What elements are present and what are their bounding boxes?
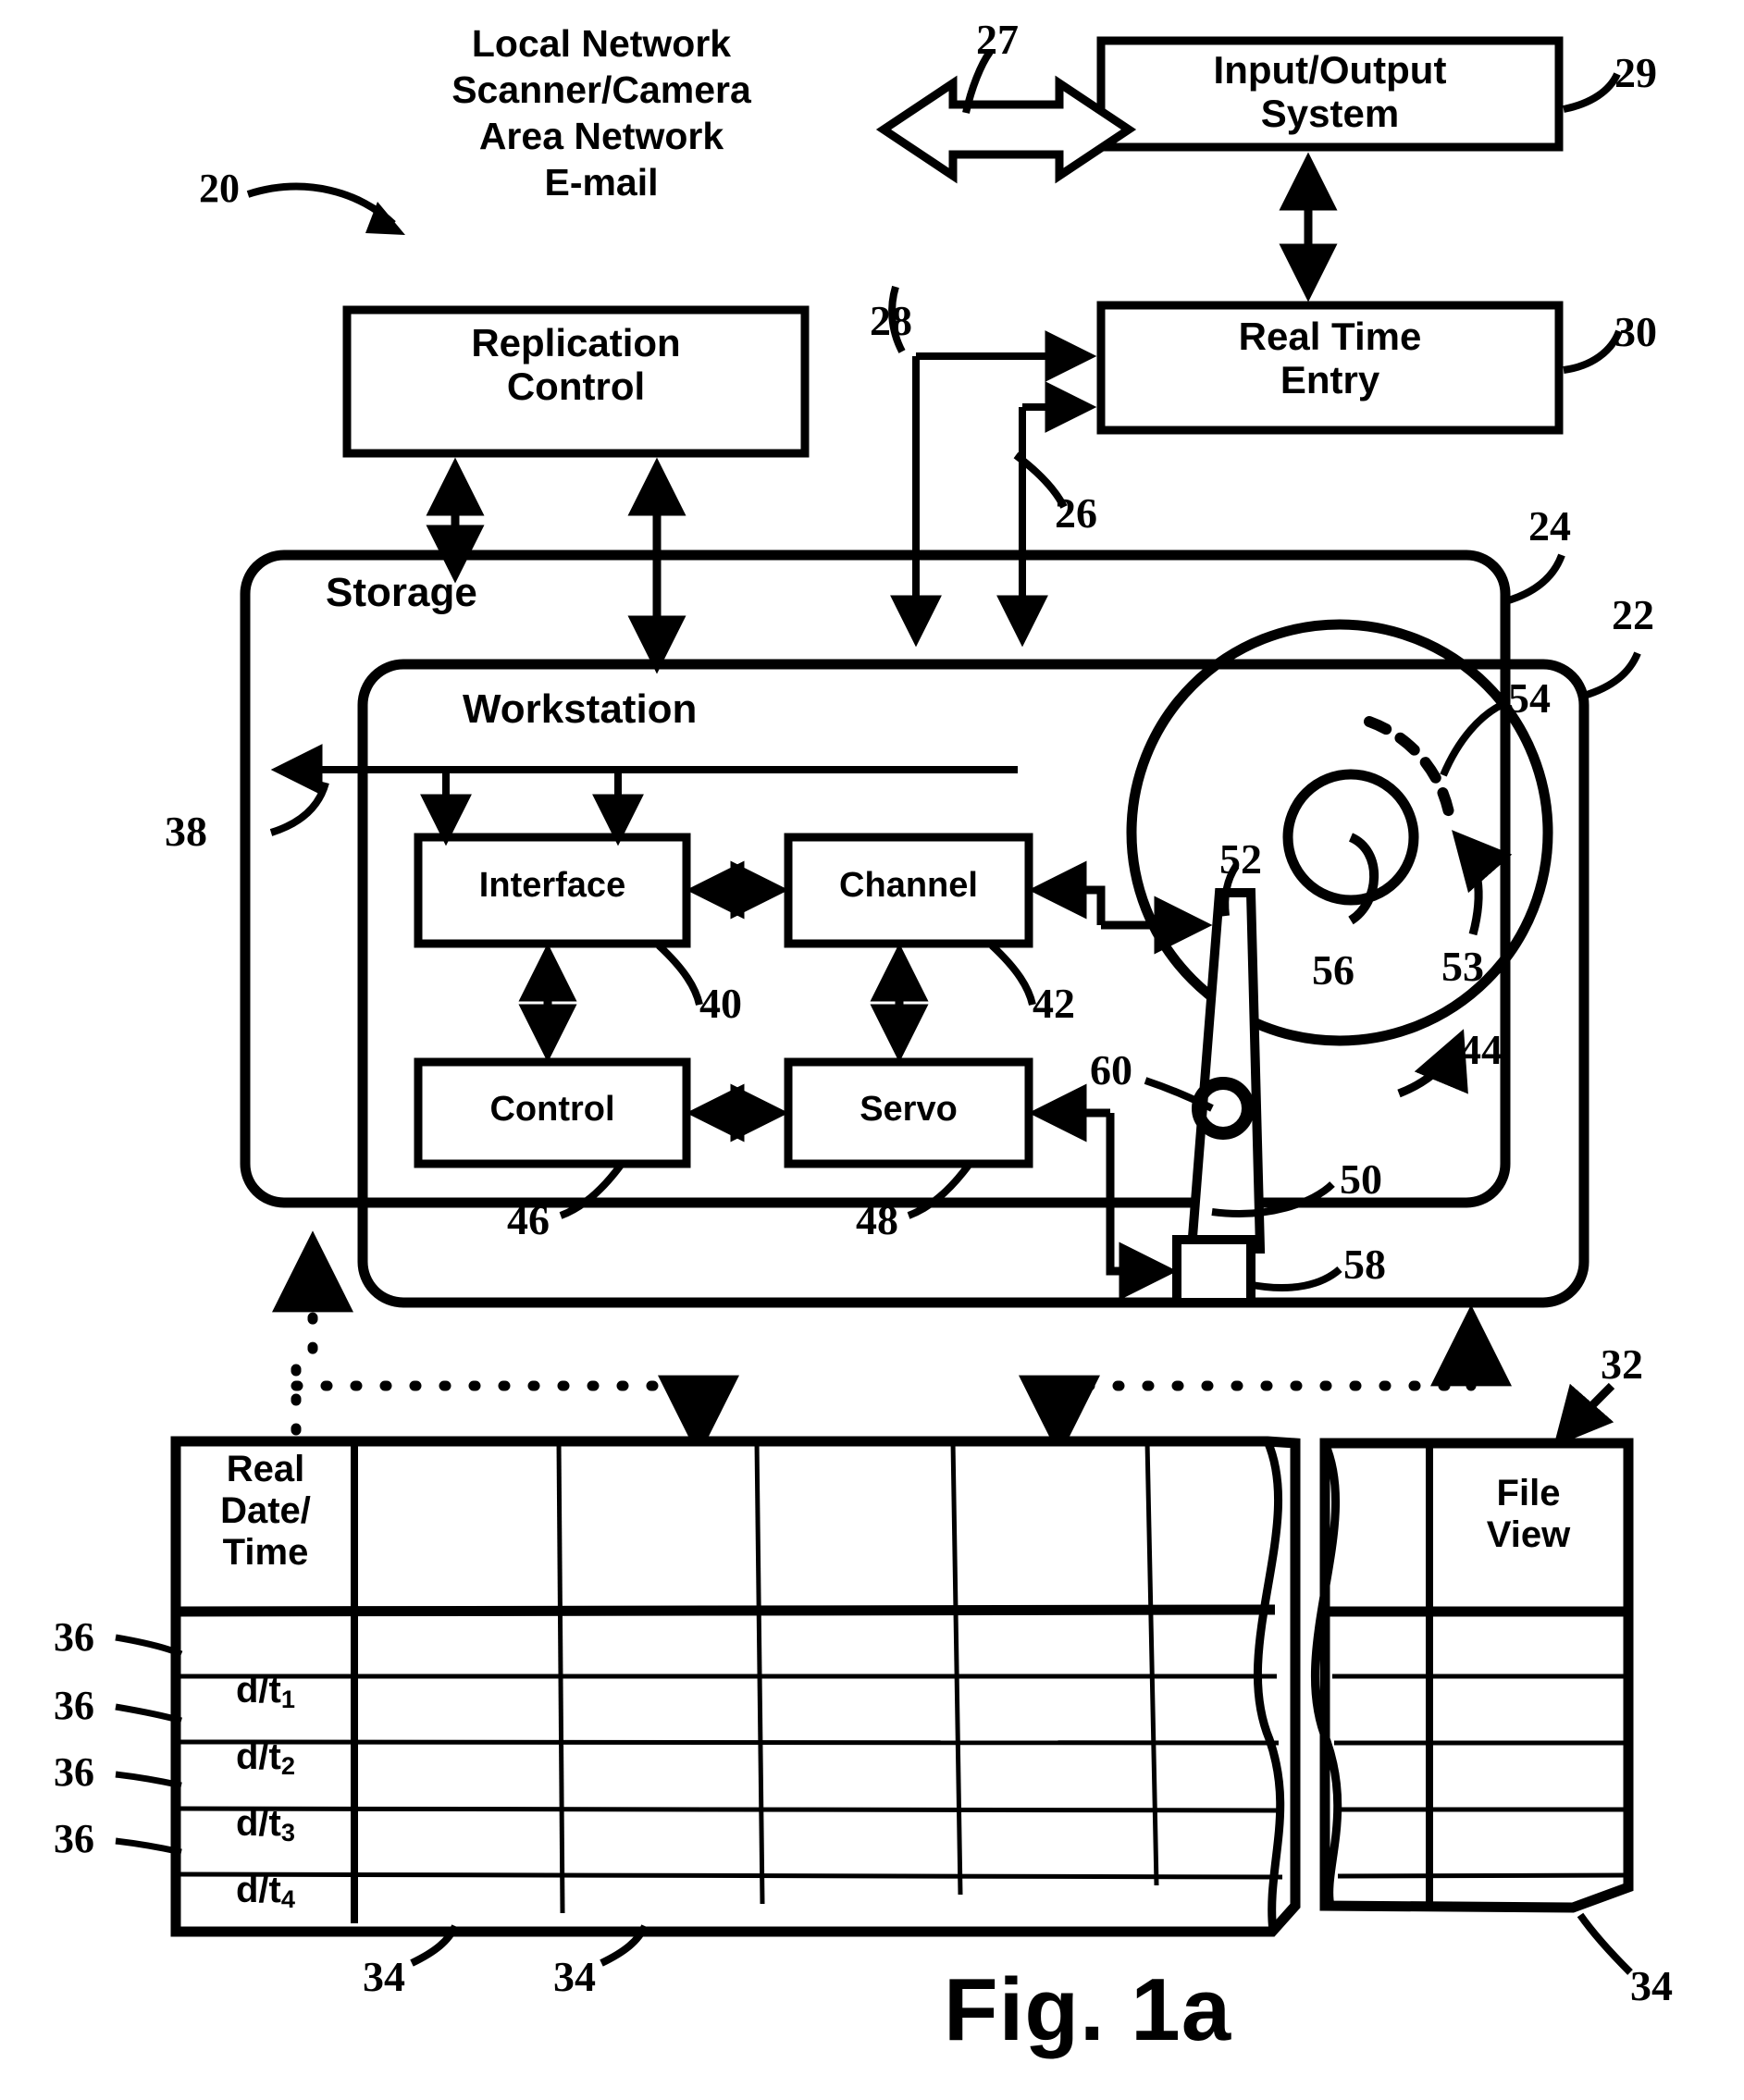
- dotted-right-run: [1019, 1317, 1477, 1457]
- ref-56: 56: [1312, 946, 1354, 994]
- table-header-real-date-time: Real Date/ Time: [220, 1449, 311, 1573]
- control-label: Control: [489, 1090, 615, 1129]
- ref-28: 28: [870, 297, 912, 344]
- dotted-left-run: [291, 1375, 739, 1457]
- ref-52: 52: [1219, 835, 1262, 883]
- ref-58: 58: [1343, 1241, 1386, 1288]
- ref-50: 50: [1340, 1155, 1382, 1203]
- ref-34-col3: 34: [1630, 1962, 1673, 2009]
- ref-29: 29: [1614, 49, 1657, 96]
- actuator-arm: [1186, 888, 1266, 1254]
- leader-38: [269, 781, 329, 836]
- ref-38: 38: [165, 808, 207, 855]
- ref-22: 22: [1612, 591, 1654, 638]
- servo-label: Servo: [860, 1090, 958, 1129]
- network-sources-text: Local Network Scanner/Camera Area Networ…: [451, 22, 751, 204]
- real-time-entry-label: Real Time Entry: [1238, 315, 1422, 402]
- row-label-text: d/t: [236, 1869, 281, 1910]
- ref-32: 32: [1601, 1340, 1643, 1388]
- table-header-file-view: File View: [1486, 1473, 1571, 1555]
- ref-36-row4: 36: [54, 1816, 94, 1861]
- ref-36-row2: 36: [54, 1683, 94, 1728]
- servo-coil-line: [1106, 1113, 1178, 1301]
- leader-22: [1582, 651, 1641, 699]
- leader-32: [1553, 1382, 1615, 1447]
- ref-27: 27: [976, 16, 1019, 63]
- leader-44: [1397, 1029, 1468, 1098]
- ref-44: 44: [1460, 1026, 1503, 1073]
- leader-48: [907, 1161, 973, 1219]
- storage-label: Storage: [326, 570, 477, 615]
- leader-54: [1440, 699, 1507, 777]
- workstation-label: Workstation: [463, 686, 698, 732]
- leader-46: [559, 1161, 625, 1219]
- leader-58: [1246, 1266, 1342, 1292]
- rotation-arrow: [1452, 830, 1513, 936]
- channel-head-line: [1028, 860, 1106, 925]
- leader-24: [1503, 553, 1565, 605]
- ref-46: 46: [507, 1196, 550, 1243]
- spindle-swirl: [1348, 833, 1379, 925]
- table-row-rule-r4: [1337, 1872, 1626, 1879]
- ref-48: 48: [856, 1196, 898, 1243]
- ref-34-col1: 34: [363, 1953, 405, 2000]
- channel-label: Channel: [839, 866, 978, 905]
- leader-40: [656, 943, 703, 1006]
- ref-36-row3: 36: [54, 1749, 94, 1795]
- interface-label: Interface: [478, 866, 626, 905]
- ref-40: 40: [699, 980, 742, 1027]
- ref-36-row1: 36: [54, 1614, 94, 1660]
- leader-42: [989, 943, 1036, 1006]
- replication-control-label: Replication Control: [471, 321, 681, 409]
- ref-60: 60: [1090, 1046, 1132, 1093]
- ref-20: 20: [199, 166, 240, 211]
- voice-coil-box: [1172, 1235, 1255, 1307]
- table-row-label-4: d/t4: [181, 1828, 350, 1913]
- ref-26: 26: [1055, 489, 1097, 537]
- ref-42: 42: [1033, 980, 1075, 1027]
- figure-caption: Fig. 1a: [944, 1960, 1232, 2059]
- leader-29: [1563, 72, 1621, 113]
- ref-54: 54: [1508, 674, 1551, 722]
- leader-34-3: [1577, 1912, 1633, 1975]
- ref-34-col2: 34: [553, 1953, 596, 2000]
- network-link-arrow: [875, 75, 1137, 184]
- ref-53: 53: [1441, 943, 1484, 990]
- table-header-rule: [175, 1604, 1276, 1617]
- leader-30: [1563, 329, 1623, 374]
- io-system-label: Input/Output System: [1213, 48, 1447, 136]
- ref-30: 30: [1614, 308, 1657, 355]
- row-label-sub: 4: [280, 1884, 295, 1913]
- ref-24: 24: [1528, 502, 1571, 550]
- patent-figure: Local Network Scanner/Camera Area Networ…: [0, 0, 1744, 2100]
